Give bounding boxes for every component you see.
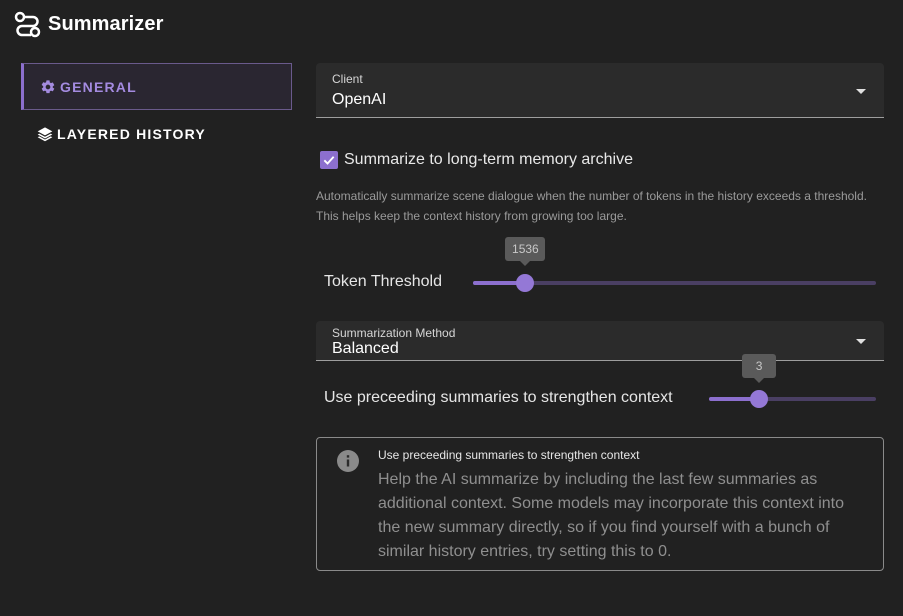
slider-thumb[interactable] bbox=[750, 390, 769, 408]
archive-label: Summarize to long-term memory archive bbox=[344, 151, 633, 168]
info-body: Help the AI summarize by including the l… bbox=[378, 471, 845, 560]
nav-label-layered-history: LAYERED HISTORY bbox=[57, 125, 206, 142]
value-bubble: 1536 bbox=[505, 237, 546, 266]
gear-icon bbox=[40, 79, 56, 95]
check-icon bbox=[323, 156, 335, 165]
client-value: OpenAI bbox=[332, 91, 387, 108]
token-threshold-label: Token Threshold bbox=[324, 273, 442, 290]
method-label: Summarization Method bbox=[332, 326, 456, 340]
route-icon bbox=[14, 11, 41, 38]
nav-item-general[interactable]: GENERAL bbox=[21, 63, 292, 110]
chevron-down-icon bbox=[856, 339, 866, 344]
client-select[interactable]: Client OpenAI bbox=[316, 63, 884, 118]
preceeding-slider[interactable]: 3 bbox=[709, 354, 876, 408]
token-threshold-slider[interactable]: 1536 bbox=[473, 237, 876, 292]
info-panel: Use preceeding summaries to strengthen c… bbox=[316, 437, 884, 571]
nav-label-general: GENERAL bbox=[60, 78, 137, 95]
method-select[interactable]: Summarization Method Balanced bbox=[316, 321, 884, 361]
slider-thumb[interactable] bbox=[516, 274, 535, 292]
chevron-down-icon bbox=[856, 89, 866, 94]
layers-icon bbox=[37, 126, 53, 142]
info-title: Use preceeding summaries to strengthen c… bbox=[378, 448, 640, 462]
nav-item-layered-history[interactable]: LAYERED HISTORY bbox=[21, 110, 292, 157]
app-header: Summarizer bbox=[14, 9, 164, 39]
info-icon bbox=[336, 449, 360, 473]
value-bubble: 3 bbox=[742, 354, 777, 383]
archive-checkbox[interactable] bbox=[320, 151, 338, 169]
preceeding-label: Use preceeding summaries to strengthen c… bbox=[324, 389, 673, 406]
archive-hint: Automatically summarize scene dialogue w… bbox=[316, 189, 867, 223]
client-label: Client bbox=[332, 72, 363, 86]
method-value: Balanced bbox=[332, 340, 399, 357]
app-title: Summarizer bbox=[48, 12, 164, 35]
sidebar-nav: GENERAL LAYERED HISTORY bbox=[21, 63, 292, 157]
archive-checkbox-row[interactable]: Summarize to long-term memory archive bbox=[320, 151, 633, 169]
